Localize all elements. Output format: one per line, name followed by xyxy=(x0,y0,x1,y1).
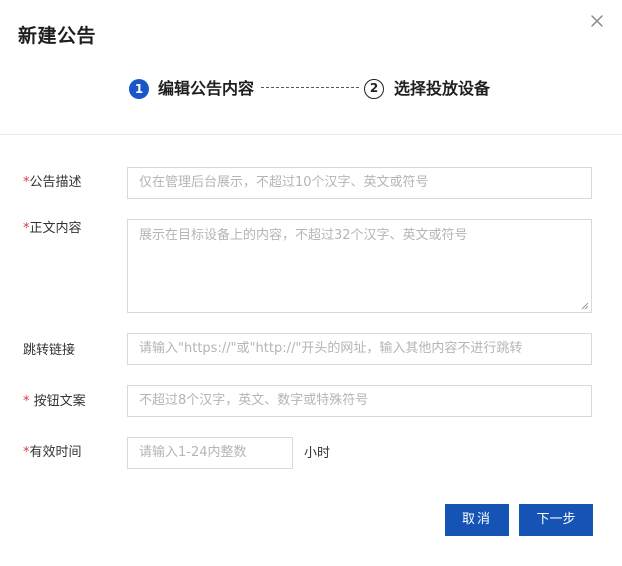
body-textarea[interactable]: 展示在目标设备上的内容，不超过32个汉字、英文或符号 xyxy=(127,219,592,313)
button-text-input[interactable]: 不超过8个汉字，英文、数字或特殊符号 xyxy=(127,385,592,417)
body-label-text: 正文内容 xyxy=(29,221,82,236)
stepper: 1 编辑公告内容 2 选择投放设备 xyxy=(0,79,622,101)
close-icon[interactable] xyxy=(588,12,606,30)
duration-input[interactable]: 请输入1-24内整数 xyxy=(127,437,293,469)
resize-handle-icon[interactable] xyxy=(581,302,589,310)
description-input[interactable]: 仅在管理后台展示，不超过10个汉字、英文或符号 xyxy=(127,167,592,199)
duration-unit: 小时 xyxy=(304,446,331,461)
duration-placeholder: 请输入1-24内整数 xyxy=(139,445,247,460)
new-announcement-dialog: 新建公告 1 编辑公告内容 2 选择投放设备 *公告描述 仅在管理后台展示，不超… xyxy=(0,0,622,566)
description-placeholder: 仅在管理后台展示，不超过10个汉字、英文或符号 xyxy=(139,175,429,190)
link-input[interactable]: 请输入"https://"或"http://"开头的网址，输入其他内容不进行跳转 xyxy=(127,333,592,365)
step-2-number: 2 xyxy=(364,79,384,99)
step-2-label: 选择投放设备 xyxy=(394,79,491,98)
button-text-label-text: 按钮文案 xyxy=(29,394,86,409)
body-placeholder: 展示在目标设备上的内容，不超过32个汉字、英文或符号 xyxy=(139,228,468,243)
button-text-placeholder: 不超过8个汉字，英文、数字或特殊符号 xyxy=(139,393,369,408)
duration-label: *有效时间 xyxy=(23,444,82,462)
link-label: 跳转链接 xyxy=(23,342,75,360)
link-placeholder: 请输入"https://"或"http://"开头的网址，输入其他内容不进行跳转 xyxy=(139,341,523,356)
cancel-button[interactable]: 取消 xyxy=(445,504,509,536)
header-divider xyxy=(0,134,622,135)
duration-label-text: 有效时间 xyxy=(29,445,82,460)
description-label-text: 公告描述 xyxy=(29,175,82,190)
body-label: *正文内容 xyxy=(23,220,82,238)
step-1-number: 1 xyxy=(129,79,149,99)
step-1-label: 编辑公告内容 xyxy=(158,79,255,98)
description-label: *公告描述 xyxy=(23,174,82,192)
button-text-label: * 按钮文案 xyxy=(23,393,86,411)
next-step-button[interactable]: 下一步 xyxy=(519,504,593,536)
link-label-text: 跳转链接 xyxy=(23,343,76,358)
step-connector xyxy=(261,87,359,88)
dialog-title: 新建公告 xyxy=(18,25,97,47)
